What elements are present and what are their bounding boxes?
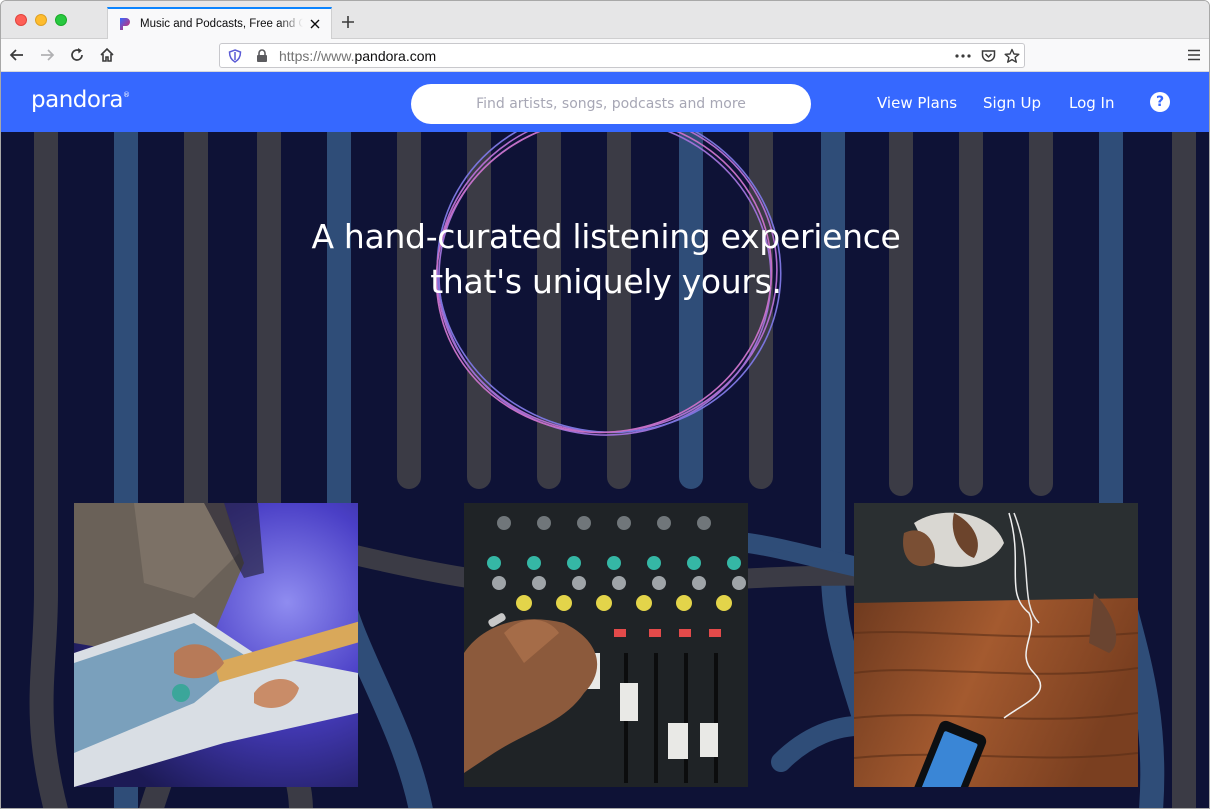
reload-icon[interactable] bbox=[68, 46, 86, 64]
close-window-button[interactable] bbox=[15, 14, 27, 26]
shield-icon[interactable] bbox=[227, 48, 243, 64]
site-header: pandora® View Plans Sign Up Log In ? bbox=[1, 72, 1209, 132]
close-icon[interactable] bbox=[307, 16, 323, 32]
lock-icon[interactable] bbox=[254, 48, 270, 64]
log-in-link[interactable]: Log In bbox=[1069, 94, 1115, 112]
browser-tab[interactable]: Music and Podcasts, Free and On-Demand bbox=[107, 7, 332, 39]
headphones-phone-photo bbox=[854, 503, 1138, 787]
hamburger-menu-icon[interactable] bbox=[1185, 46, 1203, 64]
guitarist-photo bbox=[74, 503, 358, 787]
pandora-favicon-icon bbox=[120, 18, 130, 30]
forward-arrow-icon[interactable] bbox=[38, 46, 56, 64]
url-text[interactable]: https://www.pandora.com bbox=[279, 48, 436, 64]
home-icon[interactable] bbox=[98, 46, 116, 64]
pocket-icon[interactable] bbox=[980, 48, 996, 64]
url-bar[interactable]: https://www.pandora.com bbox=[219, 43, 1025, 68]
zoom-window-button[interactable] bbox=[55, 14, 67, 26]
logo-registered-mark: ® bbox=[123, 91, 130, 99]
hero-line-1: A hand-curated listening experience bbox=[311, 217, 901, 256]
pandora-logo[interactable]: pandora® bbox=[31, 87, 130, 113]
pandora-page: pandora® View Plans Sign Up Log In ? A h… bbox=[1, 72, 1209, 808]
hero-headline: A hand-curated listening experience that… bbox=[256, 214, 956, 304]
browser-window: Music and Podcasts, Free and On-Demand bbox=[0, 0, 1210, 809]
sign-up-link[interactable]: Sign Up bbox=[983, 94, 1041, 112]
help-button[interactable]: ? bbox=[1150, 92, 1170, 112]
url-domain: pandora.com bbox=[354, 48, 437, 64]
hero-line-2: that's uniquely yours. bbox=[430, 262, 782, 301]
tab-title: Music and Podcasts, Free and On-Demand bbox=[140, 18, 303, 30]
search-input[interactable] bbox=[411, 84, 811, 124]
more-dots-icon[interactable] bbox=[955, 48, 971, 64]
plus-icon[interactable] bbox=[339, 13, 357, 31]
navigation-toolbar: https://www.pandora.com bbox=[1, 39, 1209, 72]
url-protocol: https://www. bbox=[279, 48, 355, 64]
mixing-console-photo bbox=[464, 503, 748, 787]
logo-text: pandora bbox=[31, 87, 124, 113]
star-icon[interactable] bbox=[1004, 48, 1020, 64]
minimize-window-button[interactable] bbox=[35, 14, 47, 26]
tab-bar: Music and Podcasts, Free and On-Demand bbox=[1, 1, 1209, 39]
back-arrow-icon[interactable] bbox=[8, 46, 26, 64]
view-plans-link[interactable]: View Plans bbox=[877, 94, 957, 112]
